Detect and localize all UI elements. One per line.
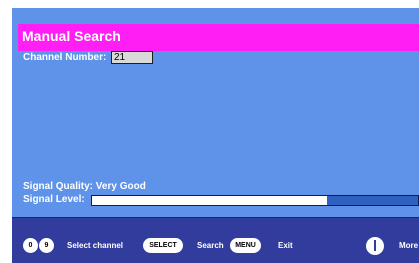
signal-level-bar: [91, 195, 419, 206]
signal-quality-text: Signal Quality: Very Good: [23, 181, 146, 192]
title-bar: Manual Search: [18, 24, 419, 51]
key-0-button[interactable]: 0: [23, 238, 38, 253]
menu-button[interactable]: MENU: [230, 238, 261, 253]
page-title: Manual Search: [22, 28, 121, 44]
exit-label: Exit: [278, 241, 293, 250]
signal-level-fill: [92, 196, 327, 205]
button-legend-bar: 0 9 Select channel SELECT Search MENU Ex…: [12, 217, 419, 263]
more-label: More: [399, 241, 419, 250]
select-button[interactable]: SELECT: [143, 238, 183, 253]
signal-level-label: Signal Level:: [23, 194, 85, 205]
search-label: Search: [197, 241, 224, 250]
channel-number-input[interactable]: 21: [111, 51, 153, 64]
select-channel-label: Select channel: [67, 241, 124, 250]
info-icon[interactable]: [366, 237, 384, 255]
key-9-button[interactable]: 9: [39, 238, 54, 253]
channel-number-label: Channel Number:: [23, 52, 107, 63]
tv-screen: Manual Search Channel Number: 21 Signal …: [12, 8, 419, 263]
